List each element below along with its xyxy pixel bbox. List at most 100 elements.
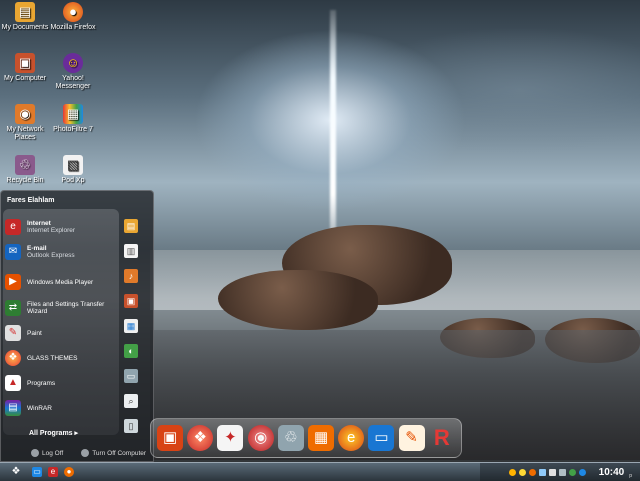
start-item-title: Internet bbox=[27, 220, 51, 227]
quicklaunch-desktop-icon[interactable]: ▭ bbox=[32, 467, 42, 477]
yahoo-messenger-icon: ☺ bbox=[63, 53, 83, 73]
glass-themes-icon: ❖ bbox=[5, 350, 21, 366]
desktop-icon-label: My Documents bbox=[1, 24, 49, 31]
transfer-wizard-icon: ⇄ bbox=[5, 300, 21, 316]
desktop-icon-label: My Computer bbox=[3, 75, 46, 82]
desktop-icon-firefox[interactable]: ● Mozilla Firefox bbox=[46, 2, 100, 32]
computer-icon: ▣ bbox=[15, 53, 35, 73]
start-button[interactable]: ❖ bbox=[6, 464, 26, 480]
start-item-internet[interactable]: e Internet Internet Explorer bbox=[5, 216, 117, 238]
pod-xp-icon: ▧ bbox=[63, 155, 83, 175]
turn-off-button[interactable]: Turn Off Computer bbox=[81, 449, 146, 457]
lightning-bolt bbox=[330, 10, 336, 240]
desktop-icon-label: Recycle Bin bbox=[6, 177, 44, 184]
dock-r-icon[interactable]: R bbox=[429, 425, 455, 451]
start-menu-right-column: ▤ ▥ ♪ ▣ ▦ ◐ ▭ ⌕ ▯ bbox=[121, 213, 143, 444]
photofiltre-icon: ▦ bbox=[63, 104, 83, 124]
tray-smiley-icon[interactable] bbox=[518, 468, 526, 476]
start-menu: Fares Elahlam e Internet Internet Explore… bbox=[0, 190, 154, 462]
arrow-right-icon: ▸ bbox=[74, 430, 79, 437]
printer-icon[interactable]: ▭ bbox=[124, 369, 138, 383]
desktop-icon-my-documents[interactable]: ▤ My Documents bbox=[0, 2, 52, 32]
settings-icon[interactable]: ◐ bbox=[124, 344, 138, 358]
tray-display-icon[interactable] bbox=[548, 468, 556, 476]
desktop-icon-recycle-bin[interactable]: ♲ Recycle Bin bbox=[0, 155, 52, 185]
start-item-subtitle: Outlook Express bbox=[27, 252, 75, 259]
log-off-button[interactable]: Log Off bbox=[31, 449, 63, 457]
folder-icon[interactable]: ▤ bbox=[124, 219, 138, 233]
dock: ▣ ❖ ✦ ◎ ♲ ▦ e ▭ ✎ R bbox=[150, 418, 462, 458]
music-folder-icon[interactable]: ♪ bbox=[124, 269, 138, 283]
tray-shield-icon[interactable] bbox=[578, 468, 586, 476]
tray-network-icon[interactable] bbox=[538, 468, 546, 476]
desktop-icon-pod-xp[interactable]: ▧ Pod Xp bbox=[46, 155, 100, 185]
programs-icon: ▲ bbox=[5, 375, 21, 391]
tray-volume-icon[interactable] bbox=[558, 468, 566, 476]
desktop-icon-my-computer[interactable]: ▣ My Computer bbox=[0, 53, 52, 83]
desktop-icon-label: Mozilla Firefox bbox=[50, 24, 96, 31]
desktop-icon-label: Pod Xp bbox=[61, 177, 85, 184]
desktop-icon-label: My Network Places bbox=[6, 126, 44, 141]
quicklaunch-internet-explorer-icon[interactable]: e bbox=[48, 467, 58, 477]
start-item-title: WinRAR bbox=[27, 404, 52, 412]
tray-antivirus-icon[interactable] bbox=[568, 468, 576, 476]
power-icon bbox=[81, 449, 90, 457]
dock-dvd-icon[interactable]: ◎ bbox=[247, 425, 274, 451]
tray-firefox-icon[interactable] bbox=[528, 468, 536, 476]
network-places-icon: ◉ bbox=[15, 104, 35, 124]
dock-internet-explorer-icon[interactable]: e bbox=[338, 425, 365, 451]
taskbar: ❖ ▭ e ● 10:40 p bbox=[0, 462, 640, 481]
start-item-glass-themes[interactable]: ❖ GLASS THEMES bbox=[5, 347, 117, 369]
start-item-programs[interactable]: ▲ Programs bbox=[5, 372, 117, 394]
dock-paint-icon[interactable]: ✎ bbox=[398, 425, 425, 451]
all-programs-label: All Programs bbox=[29, 430, 73, 437]
dock-adobe-reader-icon[interactable]: ✦ bbox=[217, 425, 244, 451]
desktop-icon-yahoo-messenger[interactable]: ☺ Yahoo! Messenger bbox=[46, 53, 100, 91]
winrar-icon: ▤ bbox=[5, 400, 21, 416]
start-menu-footer: Log Off Turn Off Computer bbox=[31, 449, 146, 457]
start-item-title: Paint bbox=[27, 329, 42, 337]
dock-network-icon[interactable]: ▭ bbox=[368, 425, 395, 451]
start-item-email[interactable]: ✉ E-mail Outlook Express bbox=[5, 241, 117, 263]
start-item-title: Programs bbox=[27, 379, 56, 387]
recycle-bin-icon: ♲ bbox=[15, 155, 35, 175]
run-icon[interactable]: ▯ bbox=[124, 419, 138, 433]
start-item-title: GLASS THEMES bbox=[27, 354, 78, 362]
start-item-media-player[interactable]: ▶ Windows Media Player bbox=[5, 271, 117, 293]
desktop-icon-label: PhotoFiltre 7 bbox=[53, 126, 93, 133]
turn-off-label: Turn Off Computer bbox=[92, 449, 147, 457]
dock-windows-start-icon[interactable]: ❖ bbox=[187, 425, 214, 451]
folder-documents-icon: ▤ bbox=[15, 2, 35, 22]
start-item-subtitle: Internet Explorer bbox=[27, 227, 76, 234]
paint-icon: ✎ bbox=[5, 325, 21, 341]
start-menu-user-name: Fares Elahlam bbox=[7, 197, 55, 204]
all-programs-button[interactable]: All Programs ▸ bbox=[29, 429, 78, 437]
desktop-icon-my-network-places[interactable]: ◉ My Network Places bbox=[0, 104, 52, 142]
search-icon[interactable]: ⌕ bbox=[124, 394, 138, 408]
quicklaunch-firefox-icon[interactable]: ● bbox=[64, 467, 74, 477]
clock-meridiem: p bbox=[629, 473, 632, 479]
dock-pictures-icon[interactable]: ▦ bbox=[308, 425, 335, 451]
start-item-title: Files and Settings Transfer Wizard bbox=[27, 301, 105, 315]
firefox-icon: ● bbox=[63, 2, 83, 22]
internet-explorer-icon: e bbox=[5, 219, 21, 235]
log-off-label: Log Off bbox=[42, 449, 64, 457]
media-player-icon: ▶ bbox=[5, 274, 21, 290]
control-panel-icon[interactable]: ▦ bbox=[124, 319, 138, 333]
desktop-icon-photofiltre[interactable]: ▦ PhotoFiltre 7 bbox=[46, 104, 100, 134]
dock-computer-icon[interactable]: ▣ bbox=[157, 425, 184, 451]
tray-messenger-icon[interactable] bbox=[508, 468, 516, 476]
outlook-express-icon: ✉ bbox=[5, 244, 21, 260]
start-item-transfer-wizard[interactable]: ⇄ Files and Settings Transfer Wizard bbox=[5, 297, 117, 319]
start-item-paint[interactable]: ✎ Paint bbox=[5, 322, 117, 344]
dock-recycle-bin-icon[interactable]: ♲ bbox=[277, 425, 304, 451]
start-item-title: E-mail bbox=[27, 245, 47, 252]
windows-logo-icon: ❖ bbox=[11, 466, 21, 477]
computer-icon[interactable]: ▣ bbox=[124, 294, 138, 308]
start-item-title: Windows Media Player bbox=[27, 278, 94, 286]
document-icon[interactable]: ▥ bbox=[124, 244, 138, 258]
system-tray: 10:40 p bbox=[480, 463, 640, 481]
taskbar-clock[interactable]: 10:40 bbox=[599, 467, 625, 478]
start-item-winrar[interactable]: ▤ WinRAR bbox=[5, 397, 117, 419]
desktop-icon-label: Yahoo! Messenger bbox=[55, 75, 91, 90]
